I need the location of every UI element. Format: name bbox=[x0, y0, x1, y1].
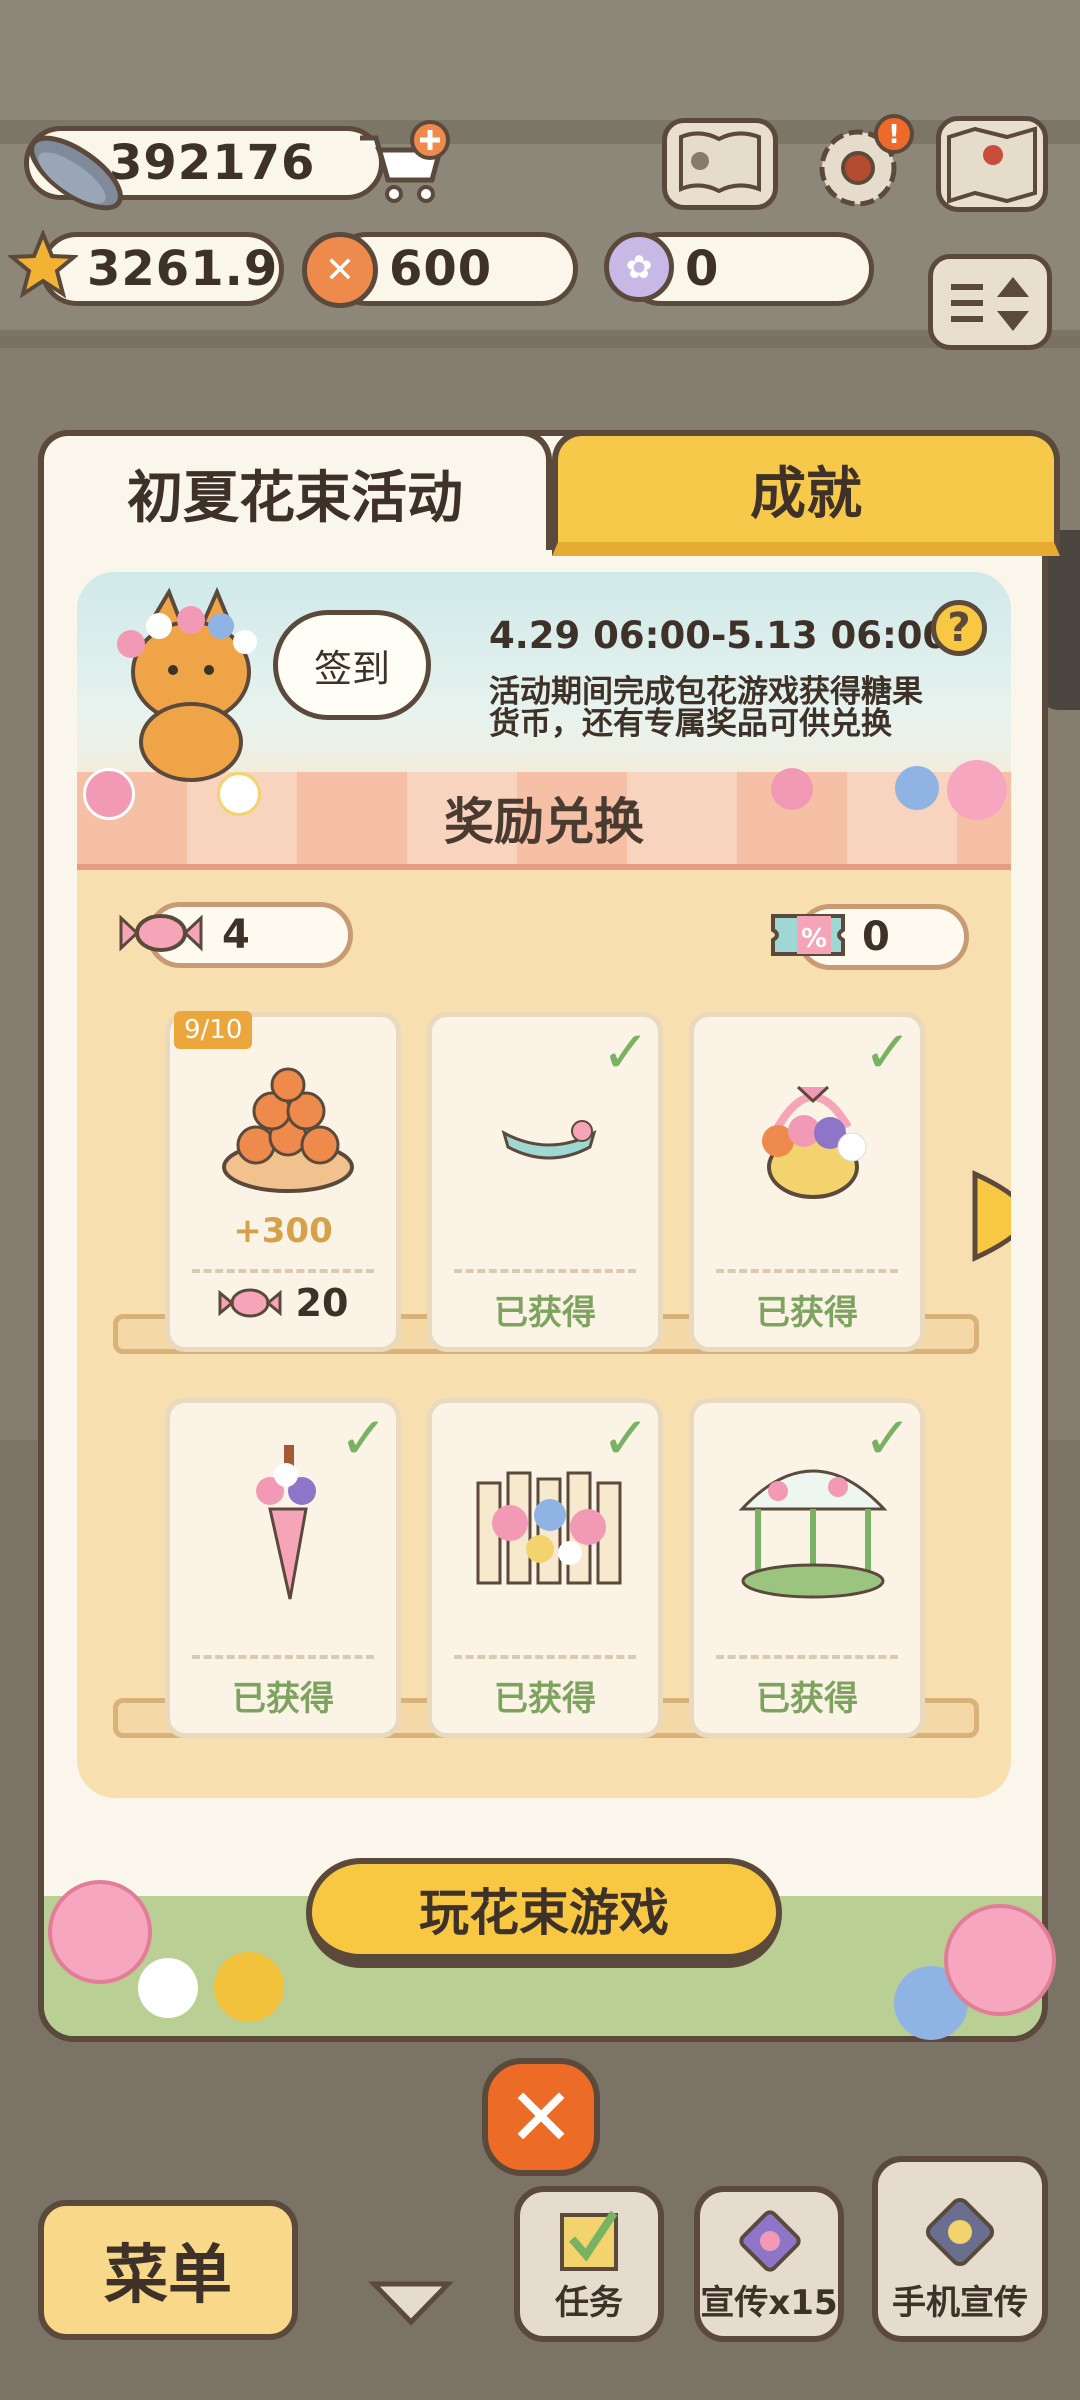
tasks-label: 任务 bbox=[555, 2283, 623, 2323]
cat-mascot-icon bbox=[117, 586, 257, 782]
card-divider bbox=[716, 1269, 898, 1273]
background-beam bbox=[0, 330, 1080, 348]
gear-icon: ! bbox=[819, 114, 914, 207]
stock-badge: 9/10 bbox=[174, 1011, 253, 1049]
candy-amount: 4 bbox=[222, 912, 250, 958]
obtained-label: 已获得 bbox=[494, 1679, 596, 1719]
flower-fence-icon bbox=[476, 1471, 622, 1585]
settings-button[interactable]: ! bbox=[808, 112, 918, 216]
svg-text:%: % bbox=[801, 924, 827, 954]
cart-plus-icon bbox=[360, 120, 450, 203]
check-icon: ✓ bbox=[601, 1018, 650, 1086]
map-icon bbox=[947, 126, 1037, 204]
svg-text:!: ! bbox=[888, 120, 900, 150]
collapse-button[interactable] bbox=[368, 2276, 454, 2330]
promo-button[interactable]: 宣传x15 bbox=[694, 2186, 844, 2342]
close-button[interactable]: ✕ bbox=[482, 2058, 600, 2176]
sort-icon bbox=[951, 277, 1029, 331]
help-icon: ? bbox=[947, 605, 971, 651]
close-icon: ✕ bbox=[507, 2070, 575, 2164]
card-divider bbox=[454, 1269, 636, 1273]
paw-icon: ✿ bbox=[604, 232, 674, 302]
promo-label: 宣传x15 bbox=[700, 2283, 838, 2323]
phone-promo-button[interactable]: 手机宣传 bbox=[872, 2156, 1048, 2342]
flower-decoration bbox=[214, 1952, 284, 2022]
tab-achievements-label: 成就 bbox=[750, 461, 862, 527]
reward-card-fence[interactable]: ✓ 已获得 bbox=[427, 1398, 663, 1738]
obtained-label: 已获得 bbox=[232, 1679, 334, 1719]
card-divider bbox=[716, 1655, 898, 1659]
candy-icon bbox=[119, 914, 203, 952]
coin-icon: ✕ bbox=[302, 232, 378, 308]
bouquet-icon bbox=[256, 1445, 316, 1600]
reward-card-basket[interactable]: ✓ 已获得 bbox=[689, 1012, 925, 1352]
obtained-label: 已获得 bbox=[756, 1679, 858, 1719]
flower-decoration bbox=[944, 1904, 1056, 2016]
ticket-amount: 0 bbox=[862, 914, 890, 960]
recipe-book-button[interactable] bbox=[662, 118, 778, 210]
reward-card-bouquet[interactable]: ✓ 已获得 bbox=[165, 1398, 401, 1738]
menu-label: 菜单 bbox=[104, 2239, 232, 2313]
star-amount: 3261.9 bbox=[87, 241, 279, 297]
tab-event[interactable]: 初夏花束活动 bbox=[38, 430, 552, 550]
price: 20 bbox=[295, 1281, 349, 1325]
event-date-range: 4.29 06:00-5.13 06:00 bbox=[489, 614, 949, 657]
next-page-button[interactable] bbox=[967, 1168, 1011, 1264]
obtained-label: 已获得 bbox=[494, 1293, 596, 1333]
obtained-label: 已获得 bbox=[756, 1293, 858, 1333]
flower-decoration bbox=[48, 1880, 152, 1984]
flower-decoration bbox=[138, 1958, 198, 2018]
card-divider bbox=[454, 1655, 636, 1659]
fish-icon bbox=[29, 135, 123, 211]
price-row: 20 bbox=[170, 1281, 396, 1325]
phone-icon bbox=[925, 2197, 995, 2267]
reward-amount: +300 bbox=[233, 1211, 333, 1251]
tab-event-label: 初夏花束活动 bbox=[127, 465, 463, 531]
shop-cart-button[interactable] bbox=[352, 120, 452, 210]
ribbon-icon bbox=[501, 1120, 597, 1160]
card-divider bbox=[192, 1655, 374, 1659]
phone-promo-label: 手机宣传 bbox=[892, 2283, 1028, 2323]
tasks-button[interactable]: 任务 bbox=[514, 2186, 664, 2342]
help-button[interactable]: ? bbox=[931, 600, 987, 656]
exchange-area: 签到 4.29 06:00-5.13 06:00 活动期间完成包花游戏获得糖果货… bbox=[77, 572, 1011, 1798]
reward-card-ribbon[interactable]: ✓ 已获得 bbox=[427, 1012, 663, 1352]
sort-toggle-button[interactable] bbox=[928, 254, 1052, 350]
menu-button[interactable]: 菜单 bbox=[38, 2200, 298, 2340]
coin-pile-icon bbox=[222, 1067, 354, 1193]
tab-achievements[interactable]: 成就 bbox=[552, 430, 1060, 556]
map-button[interactable] bbox=[936, 116, 1048, 212]
coin-amount: 600 bbox=[389, 241, 493, 297]
exchange-title: 奖励兑换 bbox=[444, 793, 644, 851]
star-icon bbox=[8, 230, 78, 300]
chevron-right-icon bbox=[972, 1170, 1011, 1262]
play-bouquet-game-button[interactable]: 玩花束游戏 bbox=[306, 1858, 782, 1968]
candy-icon bbox=[218, 1288, 282, 1318]
play-bouquet-game-label: 玩花束游戏 bbox=[419, 1884, 669, 1942]
checklist-icon bbox=[560, 2210, 618, 2271]
chevron-down-icon bbox=[368, 2281, 454, 2326]
event-panel: 初夏花束活动 成就 签到 4.29 06:00-5.13 06:00 活动期间完… bbox=[38, 430, 1060, 2042]
reward-card-coins[interactable]: 9/10 +300 20 bbox=[165, 1011, 401, 1352]
flower-basket-icon bbox=[762, 1085, 867, 1199]
flower-gazebo-icon bbox=[738, 1469, 888, 1599]
ticket-icon: % bbox=[771, 914, 845, 956]
book-icon bbox=[679, 131, 761, 194]
event-description: 活动期间完成包花游戏获得糖果货币，还有专属奖品可供兑换 bbox=[489, 674, 923, 742]
flyer-icon bbox=[739, 2210, 801, 2272]
paw-amount: 0 bbox=[685, 241, 720, 297]
card-divider bbox=[192, 1269, 374, 1273]
checkin-bubble[interactable]: 签到 bbox=[273, 610, 431, 720]
reward-card-gazebo[interactable]: ✓ 已获得 bbox=[689, 1398, 925, 1738]
check-icon: ✓ bbox=[339, 1404, 388, 1472]
checkin-label: 签到 bbox=[313, 646, 390, 691]
